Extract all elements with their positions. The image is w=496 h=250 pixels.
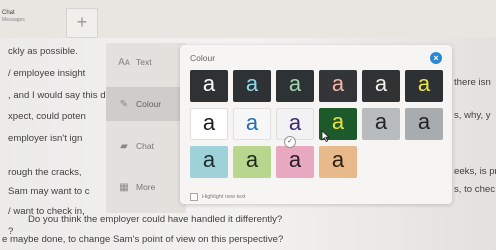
colour-swatch[interactable]: a [276, 108, 314, 140]
colour-swatch[interactable]: a [319, 70, 357, 102]
document-line: Do you think the employer could have han… [28, 214, 283, 225]
grid-icon: ▦ [119, 181, 129, 193]
colour-panel: Colour × aaaaaaaaaaaaaaaa ✓ Highlight ne… [180, 45, 452, 204]
document-line: ckly as possible. [8, 46, 78, 57]
menu-item-text[interactable]: Aᴀ Text [106, 45, 186, 79]
colour-swatch[interactable]: a [233, 70, 271, 102]
menu-item-colour[interactable]: ✎ Colour [106, 87, 186, 121]
colour-swatch[interactable]: a [190, 108, 228, 140]
document-line: e maybe done, to change Sam's point of v… [2, 234, 284, 245]
reader-tools-menu: Aᴀ Text ✎ Colour ▰ Chat ▦ More [106, 43, 186, 213]
colour-swatch[interactable]: a [362, 70, 400, 102]
colour-swatch[interactable]: a [276, 146, 314, 178]
text-size-icon: Aᴀ [118, 56, 130, 68]
colour-swatch[interactable]: a [405, 70, 443, 102]
menu-item-chat[interactable]: ▰ Chat [106, 129, 186, 163]
menu-item-label: Chat [136, 141, 154, 151]
pen-icon: ✎ [119, 98, 129, 110]
colour-swatch[interactable]: a [233, 146, 271, 178]
colour-panel-title: Colour [190, 53, 216, 63]
highlight-label: Highlight new text [202, 194, 246, 200]
colour-swatch[interactable]: a [405, 108, 443, 140]
document-line: employer isn't ign [8, 133, 83, 144]
document-fragment: s, why, y [454, 110, 491, 121]
document-line: / employee insight [8, 68, 86, 79]
document-line: Sam may want to c [8, 186, 90, 197]
colour-swatch[interactable]: a [362, 108, 400, 140]
colour-swatch[interactable]: a [276, 70, 314, 102]
colour-swatch[interactable]: a [319, 146, 357, 178]
document-fragment: s, to chec [454, 184, 496, 195]
close-icon[interactable]: × [430, 52, 442, 64]
add-tab-button[interactable]: + [66, 8, 98, 38]
highlight-new-text-option[interactable]: Highlight new text [190, 193, 245, 201]
colour-swatch[interactable]: a [190, 146, 228, 178]
chat-tab-title: Chat [2, 10, 15, 16]
menu-item-label: More [136, 182, 156, 192]
menu-item-label: Colour [136, 99, 162, 109]
chat-tab-subtitle: Messages [2, 17, 25, 23]
colour-swatch[interactable]: a [233, 108, 271, 140]
pointer-cursor-icon [321, 130, 331, 142]
menu-item-label: Text [136, 57, 152, 67]
menu-item-more[interactable]: ▦ More [106, 170, 186, 204]
document-line: rough the cracks, [8, 167, 82, 178]
document-line: xpect, could poten [8, 111, 86, 122]
document-fragment: there isn [454, 77, 491, 88]
colour-swatch[interactable]: a [190, 70, 228, 102]
document-fragment: eeks, is pr [454, 166, 496, 177]
selected-check-icon: ✓ [284, 136, 296, 148]
highlight-checkbox[interactable] [190, 193, 198, 201]
chat-tab[interactable]: Chat Messages [2, 10, 62, 23]
chat-bubble-icon: ▰ [120, 140, 128, 152]
top-bar: Chat Messages + [0, 0, 496, 39]
